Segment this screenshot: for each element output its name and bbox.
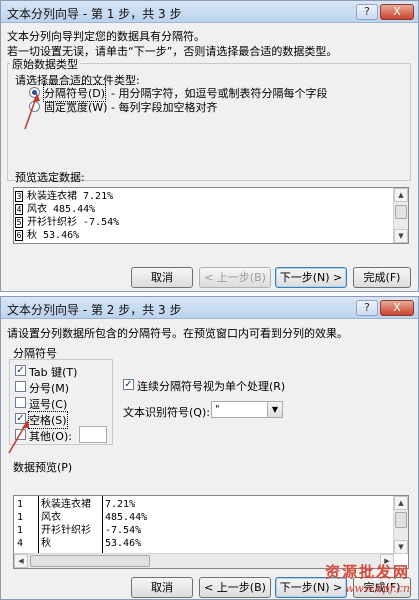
scroll-thumb[interactable]	[395, 512, 407, 528]
col-1: 4	[17, 538, 24, 549]
preview-row: 4 风衣 485.44%	[14, 204, 408, 216]
row-text: 秋装连衣裙 7.21%	[27, 191, 114, 202]
preview-row: 4 秋 53.46%	[14, 538, 408, 550]
consecutive-delimiters-checkbox[interactable]: ✓	[123, 379, 134, 390]
finish-button[interactable]: 完成(F)	[353, 267, 411, 288]
preview-row: 6 秋 53.46%	[14, 230, 408, 242]
preview-row: 1 风衣 485.44%	[14, 512, 408, 524]
scroll-thumb[interactable]	[395, 205, 407, 219]
col-2: 风衣	[41, 512, 61, 523]
preview-row: 1 秋装连衣裙 7.21%	[14, 499, 408, 511]
col-2: 开衫针织衫	[41, 525, 91, 536]
col-1: 1	[17, 525, 24, 536]
scroll-up-icon[interactable]: ▲	[394, 188, 408, 202]
preview-row: 1 开衫针织衫 -7.54%	[14, 525, 408, 537]
row-number: 5	[15, 217, 23, 228]
cancel-button[interactable]: 取消	[131, 577, 193, 598]
vertical-scrollbar[interactable]: ▲ ▼	[393, 188, 408, 243]
back-button[interactable]: < 上一步(B)	[199, 577, 271, 598]
scroll-down-icon[interactable]: ▼	[394, 540, 408, 554]
col-1: 1	[17, 499, 24, 510]
preview-box[interactable]: 3 秋装连衣裙 7.21% 4 风衣 485.44% 5 开衫针织衫 -7.54…	[13, 187, 409, 244]
col-2: 秋装连衣裙	[41, 499, 91, 510]
scroll-down-icon[interactable]: ▼	[394, 229, 408, 243]
annotation-arrow	[24, 93, 40, 130]
row-text: 秋 53.46%	[27, 230, 80, 241]
watermark-url: www.6pf.cn	[345, 582, 410, 595]
back-button[interactable]: < 上一步(B)	[199, 267, 271, 288]
col-3: 53.46%	[105, 538, 142, 549]
consecutive-delimiters-label[interactable]: 连续分隔符号视为单个处理(R)	[137, 378, 285, 394]
col-1: 1	[17, 512, 24, 523]
scroll-up-icon[interactable]: ▲	[394, 496, 408, 510]
col-2: 秋	[41, 538, 51, 549]
text-qualifier-value: "	[215, 404, 220, 415]
text-qualifier-label: 文本识别符号(Q):	[123, 406, 210, 419]
vertical-scrollbar[interactable]: ▲ ▼	[393, 496, 408, 554]
next-button[interactable]: 下一步(N) >	[275, 267, 347, 288]
row-number: 6	[15, 230, 23, 241]
scroll-left-icon[interactable]: ◀	[14, 554, 28, 568]
watermark-logo: 资源批发网 www.6pf.cn	[325, 561, 410, 595]
col-3: -7.54%	[105, 525, 142, 536]
cancel-button[interactable]: 取消	[131, 267, 193, 288]
data-preview-label: 数据预览(P)	[13, 461, 73, 474]
preview-label: 预览选定数据:	[15, 171, 85, 184]
row-text: 风衣 485.44%	[27, 204, 96, 215]
text-to-columns-step1-dialog: 文本分列向导 - 第 1 步，共 3 步 ? X 文本分列向导判定您的数据具有分…	[0, 0, 419, 292]
preview-row: 3 秋装连衣裙 7.21%	[14, 191, 408, 203]
scroll-thumb[interactable]	[30, 555, 150, 567]
row-number: 4	[15, 204, 23, 215]
row-number: 3	[15, 191, 23, 202]
row-text: 开衫针织衫 -7.54%	[27, 217, 120, 228]
text-to-columns-step2-dialog: 文本分列向导 - 第 2 步，共 3 步 ? X 请设置分列数据所包含的分隔符号…	[0, 296, 419, 600]
watermark-title: 资源批发网	[324, 563, 410, 581]
text-qualifier-select[interactable]: " ▼	[211, 401, 283, 418]
data-preview-box[interactable]: 1 秋装连衣裙 7.21% 1 风衣 485.44% 1 开衫针织衫 -7.54…	[13, 495, 409, 569]
col-3: 7.21%	[105, 499, 136, 510]
preview-row: 5 开衫针织衫 -7.54%	[14, 217, 408, 229]
col-3: 485.44%	[105, 512, 148, 523]
chevron-down-icon[interactable]: ▼	[267, 402, 282, 417]
